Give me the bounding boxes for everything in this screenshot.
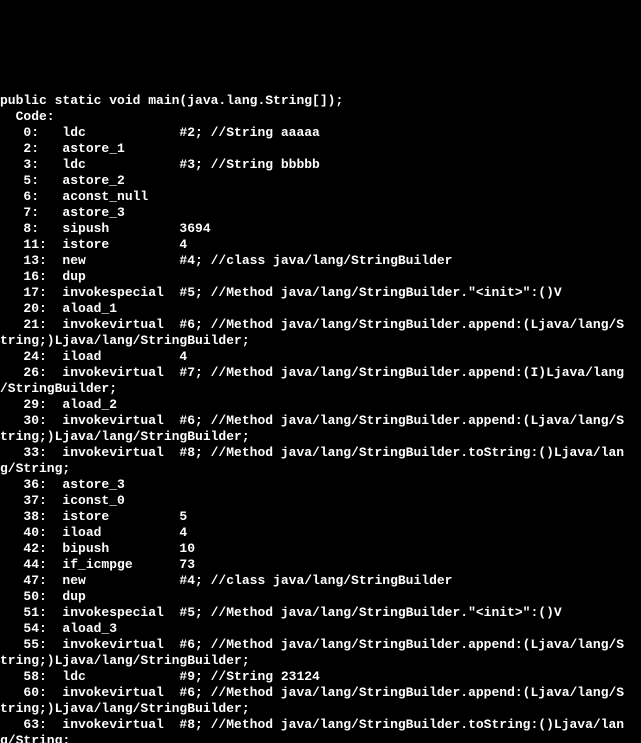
terminal-line: 38: istore 5 [0,509,641,525]
terminal-line: 21: invokevirtual #6; //Method java/lang… [0,317,641,333]
terminal-line: tring;)Ljava/lang/StringBuilder; [0,701,641,717]
terminal-line: 3: ldc #3; //String bbbbb [0,157,641,173]
terminal-line: 29: aload_2 [0,397,641,413]
terminal-line: g/String; [0,461,641,477]
terminal-line: tring;)Ljava/lang/StringBuilder; [0,429,641,445]
terminal-line: Code: [0,109,641,125]
terminal-line: 63: invokevirtual #8; //Method java/lang… [0,717,641,733]
terminal-line: 26: invokevirtual #7; //Method java/lang… [0,365,641,381]
terminal-line: 40: iload 4 [0,525,641,541]
terminal-line: 7: astore_3 [0,205,641,221]
terminal-line: 13: new #4; //class java/lang/StringBuil… [0,253,641,269]
terminal-line: 16: dup [0,269,641,285]
terminal-line: 24: iload 4 [0,349,641,365]
terminal-line: 11: istore 4 [0,237,641,253]
terminal-line: 33: invokevirtual #8; //Method java/lang… [0,445,641,461]
terminal-line: 54: aload_3 [0,621,641,637]
terminal-line: 60: invokevirtual #6; //Method java/lang… [0,685,641,701]
terminal-line: tring;)Ljava/lang/StringBuilder; [0,653,641,669]
terminal-line: 8: sipush 3694 [0,221,641,237]
terminal-line: g/String; [0,733,641,743]
terminal-output: public static void main(java.lang.String… [0,93,641,743]
terminal-line: 37: iconst_0 [0,493,641,509]
terminal-line: 6: aconst_null [0,189,641,205]
terminal-line: 36: astore_3 [0,477,641,493]
terminal-line: 0: ldc #2; //String aaaaa [0,125,641,141]
terminal-line: 17: invokespecial #5; //Method java/lang… [0,285,641,301]
terminal-line: tring;)Ljava/lang/StringBuilder; [0,333,641,349]
terminal-line: /StringBuilder; [0,381,641,397]
terminal-line: 2: astore_1 [0,141,641,157]
terminal-line: 30: invokevirtual #6; //Method java/lang… [0,413,641,429]
terminal-line: 5: astore_2 [0,173,641,189]
terminal-line: 55: invokevirtual #6; //Method java/lang… [0,637,641,653]
terminal-line: 42: bipush 10 [0,541,641,557]
terminal-line: public static void main(java.lang.String… [0,93,641,109]
terminal-line: 58: ldc #9; //String 23124 [0,669,641,685]
terminal-line: 51: invokespecial #5; //Method java/lang… [0,605,641,621]
terminal-line: 47: new #4; //class java/lang/StringBuil… [0,573,641,589]
terminal-line: 20: aload_1 [0,301,641,317]
terminal-line: 44: if_icmpge 73 [0,557,641,573]
terminal-line: 50: dup [0,589,641,605]
